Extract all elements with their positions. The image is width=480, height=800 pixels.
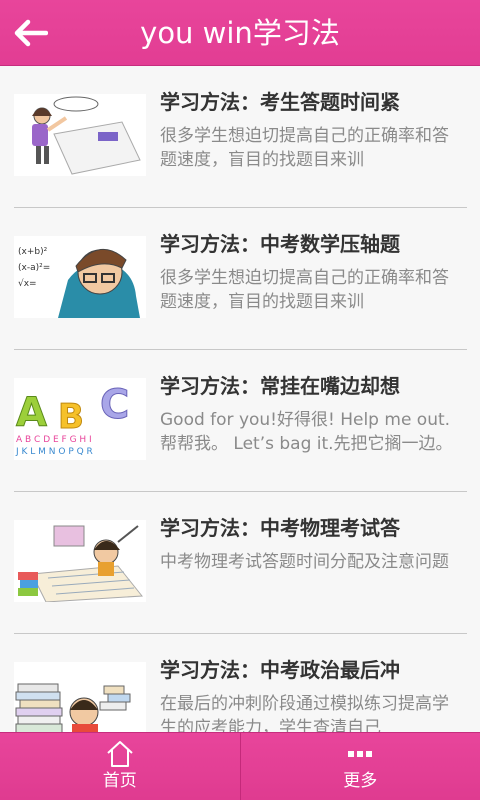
article-list[interactable]: 学习方法：考生答题时间紧 很多学生想迫切提高自己的正确率和答题速度，盲目的找题目… — [0, 66, 480, 732]
list-item[interactable]: A B C A B C D E F G H I J K L M N O P Q … — [14, 350, 467, 492]
student-writing-illustration — [14, 520, 146, 602]
home-icon — [107, 741, 133, 767]
student-exam-illustration — [14, 94, 146, 176]
article-thumbnail — [14, 94, 146, 176]
article-title: 学习方法：考生答题时间紧 — [160, 90, 400, 114]
svg-text:(x-a)²=: (x-a)²= — [18, 263, 50, 273]
article-summary: 在最后的冲刺阶段通过模拟练习提高学生的应考能力，学生查清自己 — [160, 694, 449, 732]
list-item[interactable]: 学习方法：考生答题时间紧 很多学生想迫切提高自己的正确率和答题速度，盲目的找题目… — [14, 66, 467, 208]
svg-text:(x+b)²: (x+b)² — [18, 247, 48, 257]
article-title: 学习方法：中考数学压轴题 — [160, 232, 400, 256]
tab-more[interactable]: 更多 — [239, 733, 480, 800]
svg-text:B: B — [58, 397, 84, 437]
svg-text:J K L M N O P Q R: J K L M N O P Q R — [15, 447, 93, 457]
svg-text:C: C — [100, 382, 129, 428]
svg-text:A B C D E F G H I: A B C D E F G H I — [16, 435, 92, 445]
book-pile-illustration — [14, 662, 146, 732]
article-thumbnail: A B C A B C D E F G H I J K L M N O P Q … — [14, 378, 146, 460]
article-title: 学习方法：常挂在嘴边却想 — [160, 374, 400, 398]
abc-alphabet-illustration: A B C A B C D E F G H I J K L M N O P Q … — [14, 378, 146, 460]
tab-label: 首页 — [102, 771, 137, 791]
page-title: you win学习法 — [140, 16, 340, 50]
bottom-tab-bar: 首页 更多 — [0, 732, 480, 800]
tab-home[interactable]: 首页 — [0, 733, 240, 800]
article-thumbnail — [14, 520, 146, 602]
article-summary: 很多学生想迫切提高自己的正确率和答题速度，盲目的找题目来训 — [160, 268, 449, 312]
svg-text:A: A — [16, 390, 47, 436]
article-thumbnail: (x+b)² (x-a)²= √x= — [14, 236, 146, 318]
article-summary: Good for you!好得很! Help me out.帮帮我。 Let’s… — [160, 410, 453, 454]
article-thumbnail — [14, 662, 146, 732]
list-item[interactable]: 学习方法：中考政治最后冲 在最后的冲刺阶段通过模拟练习提高学生的应考能力，学生查… — [14, 634, 467, 732]
article-title: 学习方法：中考政治最后冲 — [160, 658, 400, 682]
more-dots-icon — [348, 751, 373, 757]
list-item[interactable]: (x+b)² (x-a)²= √x= 学习方法：中考数学压轴题 很多学生想迫切提… — [14, 208, 467, 350]
article-title: 学习方法：中考物理考试答 — [160, 516, 400, 540]
list-item[interactable]: 学习方法：中考物理考试答 中考物理考试答题时间分配及注意问题 — [14, 492, 467, 634]
app-header: you win学习法 — [0, 0, 480, 66]
article-summary: 很多学生想迫切提高自己的正确率和答题速度，盲目的找题目来训 — [160, 126, 449, 170]
stressed-student-math-illustration: (x+b)² (x-a)²= √x= — [14, 236, 146, 318]
svg-text:√x=: √x= — [18, 278, 37, 289]
article-summary: 中考物理考试答题时间分配及注意问题 — [160, 552, 449, 572]
tab-label: 更多 — [343, 771, 378, 791]
